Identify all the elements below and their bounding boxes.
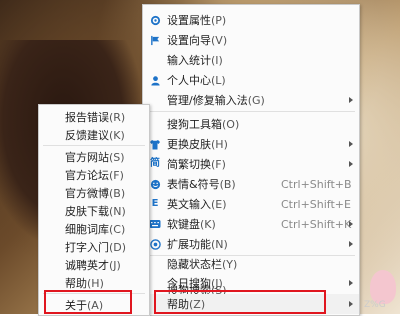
submenu-arrow-icon [349, 301, 353, 307]
submenu-item-official-site[interactable]: 官方网站(S) [39, 147, 149, 167]
submenu-item-official-weibo[interactable]: 官方微博(B) [39, 183, 149, 203]
shirt-icon [149, 138, 161, 150]
menu-item-simplified-traditional[interactable]: 简 简繁切换(F) [143, 154, 359, 174]
submenu-item-careers[interactable]: 诚聘英才(J) [39, 255, 149, 275]
submenu-item-cell-dictionary[interactable]: 细胞词库(C) [39, 219, 149, 239]
submenu-item-feedback[interactable]: 反馈建议(K) [39, 125, 149, 145]
submenu-item-skin-download[interactable]: 皮肤下载(N) [39, 201, 149, 221]
menu-separator [43, 145, 145, 146]
menu-item-setup-wizard[interactable]: 设置向导(V) [143, 30, 359, 50]
about-highlight-box [44, 290, 132, 314]
submenu-arrow-icon [349, 161, 353, 167]
menu-separator [147, 255, 355, 256]
submenu-arrow-icon [349, 141, 353, 147]
menu-item-toolbox[interactable]: 搜狗工具箱(O) [143, 114, 359, 134]
gear-icon [149, 14, 161, 26]
menu-item-emoji-symbols[interactable]: 表情&符号(B) Ctrl+Shift+B [143, 174, 359, 194]
menu-item-manage-repair[interactable]: 管理/修复输入法(G) [143, 90, 359, 110]
help-highlight-box [154, 290, 326, 314]
watermark-text: Z%G [364, 300, 386, 310]
menu-item-settings[interactable]: 设置属性(P) [143, 10, 359, 30]
submenu-arrow-icon [349, 97, 353, 103]
hotkey-text: Ctrl+Shift+E [281, 197, 351, 211]
english-icon: E [151, 198, 159, 209]
keyboard-icon [149, 218, 161, 230]
submenu-item-official-forum[interactable]: 官方论坛(F) [39, 165, 149, 185]
submenu-arrow-icon [349, 241, 353, 247]
menu-item-hide-statusbar[interactable]: 隐藏状态栏(Y) [143, 254, 359, 274]
hotkey-text: Ctrl+Shift+B [281, 177, 352, 191]
hotkey-text: Ctrl+Shift+K [281, 217, 352, 231]
menu-item-personal-center[interactable]: 个人中心(L) [143, 70, 359, 90]
context-menu-main: 设置属性(P) 设置向导(V) 输入统计(I) 个人中心(L) 管理/修复输入法… [142, 4, 360, 316]
corner-decoration [370, 270, 396, 304]
traditional-icon: 简 [150, 158, 160, 169]
context-menu-help-submenu: 报告错误(R) 反馈建议(K) 官方网站(S) 官方论坛(F) 官方微博(B) … [38, 104, 150, 316]
submenu-item-report-error[interactable]: 报告错误(R) [39, 107, 149, 127]
menu-item-change-skin[interactable]: 更换皮肤(H) [143, 134, 359, 154]
submenu-arrow-icon [349, 221, 353, 227]
smile-icon [149, 178, 161, 190]
menu-item-soft-keyboard[interactable]: 软键盘(K) Ctrl+Shift+K [143, 214, 359, 234]
menu-separator [147, 111, 355, 112]
menu-item-extensions[interactable]: 扩展功能(N) [143, 234, 359, 254]
flag-icon [149, 34, 161, 46]
user-icon [149, 74, 161, 86]
menu-item-input-stats[interactable]: 输入统计(I) [143, 50, 359, 70]
submenu-item-typing-intro[interactable]: 打字入门(D) [39, 237, 149, 257]
menu-item-english-input[interactable]: E 英文输入(E) Ctrl+Shift+E [143, 194, 359, 214]
puzzle-icon [149, 238, 161, 250]
